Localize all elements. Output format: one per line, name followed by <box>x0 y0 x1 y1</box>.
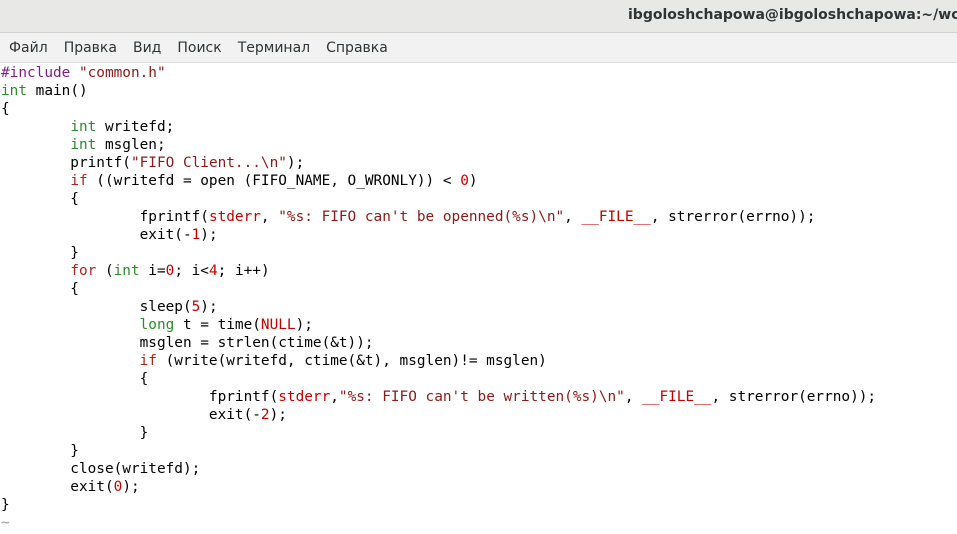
code-line: { <box>1 281 79 297</box>
code-line: if (write(writefd, ctime(&t), msglen)!= … <box>139 353 547 369</box>
code-line: } <box>1 497 10 513</box>
window-title: ibgoloshchapowa@ibgoloshchapowa:~/work/2… <box>628 7 957 23</box>
code-line: } <box>1 443 79 459</box>
code-line: fprintf(stderr,"%s: FIFO can't be writte… <box>1 389 877 405</box>
code-line: { <box>1 371 149 387</box>
code-line: { <box>1 191 79 207</box>
code-line: { <box>1 101 10 117</box>
code-line: exit(-2); <box>1 407 287 423</box>
code-line: } <box>1 245 79 261</box>
window-titlebar[interactable]: ibgoloshchapowa@ibgoloshchapowa:~/work/2… <box>0 0 957 33</box>
code-line: exit(-1); <box>1 227 218 243</box>
code-line: int main() <box>1 83 88 99</box>
code-line: for (int i=0; i<4; i++) <box>70 263 270 279</box>
code-line: #include "common.h" <box>1 65 166 81</box>
code-line: msglen = strlen(ctime(&t)); <box>1 335 374 351</box>
menu-view[interactable]: Вид <box>125 40 169 56</box>
empty-line-marker: ~ <box>1 515 10 531</box>
code-line: fprintf(stderr, "%s: FIFO can't be openn… <box>1 209 816 225</box>
code-line: close(writefd); <box>1 461 201 477</box>
code-line: exit(0); <box>1 479 140 495</box>
menu-file[interactable]: Файл <box>0 40 56 56</box>
menu-search[interactable]: Поиск <box>169 40 229 56</box>
code-line: if ((writefd = open (FIFO_NAME, O_WRONLY… <box>70 173 478 189</box>
menu-help[interactable]: Справка <box>318 40 396 56</box>
menu-edit[interactable]: Правка <box>56 40 125 56</box>
code-line: sleep(5); <box>1 299 218 315</box>
menu-bar: Файл Правка Вид Поиск Терминал Справка <box>0 33 957 63</box>
code-line: } <box>1 425 149 441</box>
code-line: long t = time(NULL); <box>139 317 313 333</box>
code-line: int writefd; <box>70 119 175 135</box>
menu-terminal[interactable]: Терминал <box>230 40 318 56</box>
code-editor[interactable]: #include "common.h" int main() { int write… <box>0 64 957 534</box>
code-line: int msglen; <box>70 137 166 153</box>
code-line: printf("FIFO Client...\n"); <box>1 155 305 171</box>
